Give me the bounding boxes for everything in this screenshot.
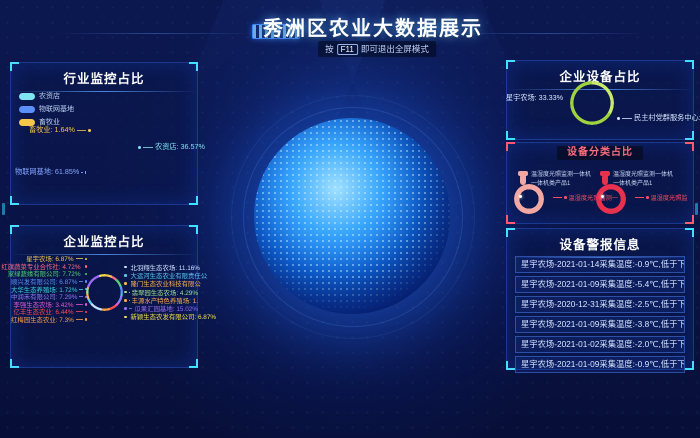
marker-dot	[601, 195, 604, 198]
legend-label: 物联网基地	[39, 104, 74, 114]
device-class-donut-right[interactable]	[596, 184, 626, 214]
fullscreen-tip: 按F11即可退出全屏模式	[318, 41, 436, 57]
edge-tick-right	[695, 203, 698, 215]
panel-enterprise-monitor-ratio: 企业监控占比 星宇农场: 6.87% 红旗蔬菜专业合作社: 4.72% 家绿蔬缘…	[10, 225, 198, 368]
alarm-row: 星宇农场-2020-12-31采集温度:-2.5℃,低于下限:0℃	[515, 296, 685, 313]
callout-text: 畜牧业: 1.64%	[29, 125, 75, 135]
alarm-row: 星宇农场-2021-01-09采集温度:-5.4℃,低于下限:0℃	[515, 276, 685, 293]
pie-label: 红梅园生态农业: 7.3%	[11, 316, 87, 324]
callout-service-center: 民主村党群服务中心:	[617, 113, 700, 123]
pie-label-text: 红梅园生态农业: 7.3%	[11, 315, 74, 324]
globe-dot-map	[254, 118, 450, 314]
marker-dot	[519, 195, 522, 198]
pie-label: 新颖生态农发有限公司: 6.87%	[124, 313, 198, 321]
panel-title: 设备分类占比	[557, 146, 643, 160]
callout-text: 物联网基地: 61.85%	[15, 167, 79, 177]
legend-item: 农资店	[19, 91, 74, 101]
device-ratio-donut-chart[interactable]	[570, 81, 614, 125]
callout-text: 民主村党群服务中心:	[634, 113, 700, 123]
legend-swatch	[19, 93, 35, 100]
alarm-row: 星宇农场-2021-01-09采集温度:-3.8℃,低于下限:0℃	[515, 316, 685, 333]
mini-chart-callout: 温湿度光照监	[635, 193, 688, 202]
panel-title: 行业监控占比	[11, 63, 197, 87]
panel-device-alarms: 设备警报信息 星宇农场-2021-01-14采集温度:-0.9℃,低于下限:0℃…	[506, 228, 694, 370]
alarm-list: 星宇农场-2021-01-14采集温度:-0.9℃,低于下限:0℃ 星宇农场-2…	[515, 256, 685, 376]
alarm-row: 星宇农场-2021-01-09采集温度:-0.9℃,低于下限:0℃	[515, 356, 685, 373]
panel-industry-monitor-ratio: 行业监控占比 农资店 物联网基地 畜牧业 畜牧业: 1.64% 农资店: 36.…	[10, 62, 198, 205]
legend-item: 物联网基地	[19, 104, 74, 114]
callout-text: 农资店: 36.57%	[155, 142, 205, 152]
f11-key-badge: F11	[337, 44, 358, 55]
callout-text: 星宇农场: 33.33%	[506, 93, 563, 103]
callout-text: 温湿度光照监	[651, 193, 688, 202]
tip-suffix: 即可退出全屏模式	[361, 44, 429, 54]
device-class-donut-left[interactable]	[514, 184, 544, 214]
enterprise-labels-right: 北羽翔生态农场: 11.16% 大运河生态农业有限责任公 隆门生态农业科技有限公…	[124, 263, 198, 321]
pie-label-text: 新颖生态农发有限公司: 6.87%	[131, 312, 217, 321]
callout-xingyu-farm: 星宇农场: 33.33%	[509, 93, 567, 103]
tip-prefix: 按	[325, 44, 334, 54]
panel-title: 设备警报信息	[507, 229, 693, 253]
callout-livestock: 畜牧业: 1.64%	[29, 125, 91, 135]
legend-label: 温湿度光照监测一体机	[531, 169, 591, 178]
enterprise-donut-chart[interactable]	[86, 274, 123, 311]
legend-label: 农资店	[39, 91, 60, 101]
page-title: 秀洲区农业大数据展示	[23, 12, 700, 41]
alarm-row: 星宇农场-2021-01-02采集温度:-2.0℃,低于下限:0℃	[515, 336, 685, 353]
panel-title: 企业监控占比	[11, 226, 197, 250]
mini-chart-legend: 温湿度光照监测一体机	[518, 169, 591, 178]
mini-chart-legend: 温湿度光照监测一体机	[600, 169, 673, 178]
legend-swatch	[19, 106, 35, 113]
panel-device-class-ratio: 设备分类占比 温湿度光照监测一体机 一体机类产品1 温湿度光照监测一 温湿度光照…	[506, 142, 694, 224]
enterprise-labels-left: 星宇农场: 6.87% 红旗蔬菜专业合作社: 4.72% 家绿蔬缘有限公司: 7…	[11, 255, 87, 323]
callout-iot-base: 物联网基地: 61.85%	[15, 167, 85, 177]
panel-title: 企业设备占比	[507, 61, 693, 85]
alarm-row: 星宇农场-2021-01-14采集温度:-0.9℃,低于下限:0℃	[515, 256, 685, 273]
panel-enterprise-device-ratio: 企业设备占比 星宇农场: 33.33% 民主村党群服务中心:	[506, 60, 694, 140]
dashboard-screen: 秀洲区农业大数据展示 按F11即可退出全屏模式 行业监控占比 农资店 物联网基地…	[0, 0, 700, 438]
edge-tick-left	[2, 203, 5, 215]
legend-label: 温湿度光照监测一体机	[613, 169, 673, 178]
industry-donut-chart[interactable]	[81, 133, 131, 183]
callout-farm-store: 农资店: 36.57%	[138, 142, 205, 152]
